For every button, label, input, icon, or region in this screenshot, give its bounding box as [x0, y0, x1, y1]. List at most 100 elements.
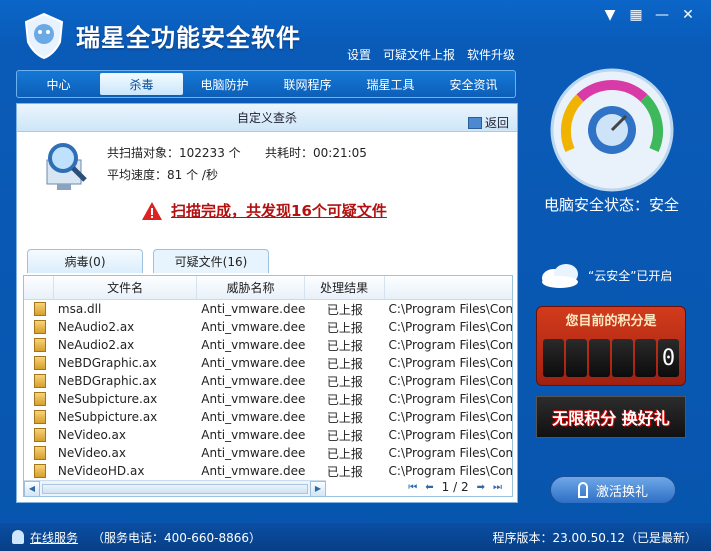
cell-threat: Anti_vmware.deep: [201, 392, 305, 406]
table-row[interactable]: NeBDGraphic.ax Anti_vmware.deep 已上报 C:\Prog…: [24, 372, 512, 390]
scroll-thumb[interactable]: [42, 483, 308, 494]
cell-filename: NeVideoHD.ax: [57, 464, 145, 478]
cell-result: 已上报: [326, 374, 363, 389]
score-digit: [566, 339, 587, 377]
cell-filename: NeBDGraphic.ax: [57, 356, 157, 370]
cell-path: C:\Program Files\Com: [388, 428, 512, 442]
online-service-link[interactable]: 在线服务: [30, 529, 78, 546]
cell-filename: NeSubpicture.ax: [57, 392, 158, 406]
scroll-right-icon[interactable]: ▶: [310, 480, 326, 496]
cloud-security-status: “云安全”已开启: [538, 262, 672, 288]
close-icon[interactable]: ✕: [679, 6, 697, 24]
col-threat-name[interactable]: 威胁名称: [197, 276, 305, 299]
table-row[interactable]: NeBDGraphic.ax Anti_vmware.deep 已上报 C:\Prog…: [24, 354, 512, 372]
app-title: 瑞星全功能安全软件: [76, 24, 301, 52]
cell-result: 已上报: [326, 356, 363, 371]
score-panel: 您目前的积分是 0: [536, 306, 686, 386]
tab-suspicious-files[interactable]: 可疑文件(16): [153, 249, 269, 273]
cell-path: C:\Program Files\Com: [388, 392, 512, 406]
user-icon: [12, 530, 24, 544]
report-suspicious-link[interactable]: 可疑文件上报: [383, 46, 455, 63]
prev-page-icon[interactable]: ⬅: [425, 482, 433, 493]
shirt-icon[interactable]: ▦: [627, 6, 645, 24]
score-digit: [635, 339, 656, 377]
file-icon: [34, 374, 46, 389]
reward-banner[interactable]: 无限积分 换好礼: [536, 396, 686, 438]
first-page-icon[interactable]: ⏮: [408, 482, 417, 493]
tab-pc-protection[interactable]: 电脑防护: [183, 71, 266, 97]
file-icon: [34, 446, 46, 461]
table-row[interactable]: NeSubpicture.ax Anti_vmware.deep 已上报 C:\Pro…: [24, 390, 512, 408]
skin-icon[interactable]: ▼: [601, 6, 619, 24]
tab-virus[interactable]: 病毒(0): [27, 249, 143, 273]
upgrade-link[interactable]: 软件升级: [467, 46, 515, 63]
main-tabs: 中心 杀毒 电脑防护 联网程序 瑞星工具 安全资讯: [16, 70, 516, 98]
file-icon: [34, 320, 46, 335]
col-filename[interactable]: 文件名: [54, 276, 198, 299]
cell-threat: Anti_vmware.deep: [201, 374, 305, 388]
status-bar: 在线服务 （服务电话：400-660-8866） 程序版本：23.00.50.1…: [0, 523, 711, 551]
table-row[interactable]: NeVideo.ax Anti_vmware.deep 已上报 C:\Program …: [24, 426, 512, 444]
cell-result: 已上报: [326, 302, 363, 317]
score-digit: 0: [658, 339, 679, 377]
pager: ⏮ ⬅ 1 / 2 ➡ ⏭: [408, 480, 502, 494]
scanned-value: 102233 个: [179, 146, 241, 160]
cell-filename: NeVideo.ax: [57, 446, 126, 460]
cell-threat: Anti_vmware.deep: [201, 464, 305, 478]
cell-path: C:\Program Files\Com: [388, 302, 512, 316]
next-page-icon[interactable]: ➡: [477, 482, 485, 493]
scan-result-text[interactable]: 扫描完成，共发现16个可疑文件: [171, 200, 387, 221]
score-digits: 0: [543, 339, 679, 377]
security-gauge-icon: [550, 68, 674, 192]
title-bar: 瑞星全功能安全软件 ▼ ▦ — ✕ 设置 可疑文件上报 软件升级: [0, 0, 711, 68]
last-page-icon[interactable]: ⏭: [493, 482, 502, 493]
tab-center[interactable]: 中心: [17, 71, 100, 97]
table-row[interactable]: NeAudio2.ax Anti_vmware.deep 已上报 C:\Program…: [24, 318, 512, 336]
file-icon: [34, 338, 46, 353]
cell-filename: NeSubpicture.ax: [57, 410, 158, 424]
cell-threat: Anti_vmware.deep: [201, 338, 305, 352]
score-label: 您目前的积分是: [565, 314, 657, 329]
file-icon: [34, 356, 46, 371]
service-phone: （服务电话：400-660-8866）: [92, 530, 262, 545]
cell-path: C:\Program Files\Com: [388, 410, 512, 424]
cell-threat: Anti_vmware.deep: [201, 446, 305, 460]
cell-path: C:\Program Files\Com: [388, 464, 512, 478]
scroll-left-icon[interactable]: ◀: [24, 480, 40, 496]
cell-path: C:\Program Files\Com: [388, 338, 512, 352]
tab-antivirus[interactable]: 杀毒: [100, 73, 183, 95]
table-row[interactable]: NeSubpicture.ax Anti_vmware.deep 已上报 C:\Pro…: [24, 408, 512, 426]
col-result[interactable]: 处理结果: [305, 276, 385, 299]
speed-label: 平均速度：: [107, 168, 168, 182]
file-icon: [34, 392, 46, 407]
time-label: 共耗时：: [265, 146, 314, 160]
score-digit: [612, 339, 633, 377]
table-row[interactable]: NeVideoHD.ax Anti_vmware.deep 已上报 C:\Progra…: [24, 462, 512, 480]
security-status: 电脑安全状态：安全: [544, 196, 680, 214]
table-row[interactable]: NeVideo.ax Anti_vmware.deep 已上报 C:\Program …: [24, 444, 512, 462]
scanned-label: 共扫描对象：: [107, 146, 180, 160]
tab-security-news[interactable]: 安全资讯: [432, 71, 515, 97]
minimize-icon[interactable]: —: [653, 6, 671, 24]
cell-path: C:\Program Files\Com: [388, 320, 512, 334]
cell-result: 已上报: [326, 464, 363, 479]
table-body: msa.dll Anti_vmware.deep 已上报 C:\Program Fil…: [24, 300, 512, 480]
cell-path: C:\Program Files\Com: [388, 446, 512, 460]
tab-rising-tools[interactable]: 瑞星工具: [349, 71, 432, 97]
cell-threat: Anti_vmware.deep: [201, 320, 305, 334]
cell-threat: Anti_vmware.deep: [201, 410, 305, 424]
horizontal-scrollbar[interactable]: ◀ ▶: [24, 480, 326, 496]
suspicious-file-table: 文件名 威胁名称 处理结果 msa.dll Anti_vmware.deep 已上报…: [23, 275, 513, 497]
program-version: 程序版本：23.00.50.12（已是最新）: [492, 531, 697, 545]
main-window: 瑞星全功能安全软件 ▼ ▦ — ✕ 设置 可疑文件上报 软件升级 中心 杀毒 电…: [0, 0, 711, 551]
redeem-gift-button[interactable]: 激活换礼: [550, 476, 676, 504]
cloud-icon: [542, 264, 578, 288]
cell-path: C:\Program Files\Com: [388, 356, 512, 370]
table-row[interactable]: msa.dll Anti_vmware.deep 已上报 C:\Program Fil…: [24, 300, 512, 318]
panel-header: 自定义查杀 返回: [17, 104, 517, 132]
table-row[interactable]: NeAudio2.ax Anti_vmware.deep 已上报 C:\Program…: [24, 336, 512, 354]
settings-link[interactable]: 设置: [347, 46, 371, 63]
scan-result-panel: 自定义查杀 返回 共扫描对象：102233 个 共耗时：00:21:05 平均速…: [16, 103, 518, 503]
cell-threat: Anti_vmware.deep: [201, 302, 305, 316]
tab-network-programs[interactable]: 联网程序: [266, 71, 349, 97]
